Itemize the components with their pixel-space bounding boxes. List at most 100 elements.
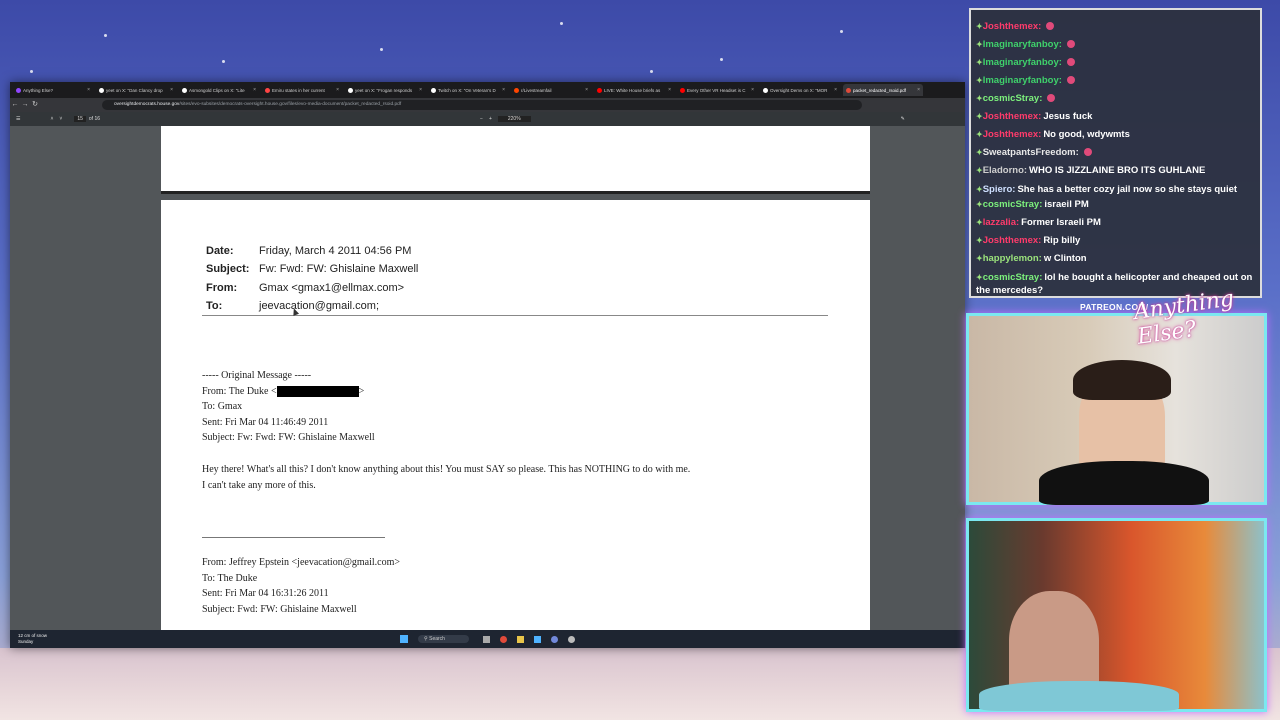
chat-message: ✦cosmicStray: israeil PM [976,196,1256,214]
draw-icon[interactable]: ✎ [901,116,905,122]
close-icon[interactable]: × [834,87,837,93]
close-icon[interactable]: × [751,87,754,93]
discord-app-icon[interactable] [550,635,558,643]
tab-favicon-icon [348,87,353,93]
pdf-page-previous [161,126,870,194]
chat-username[interactable]: Imaginaryfanboy: [983,57,1062,68]
chat-username[interactable]: Spiero: [983,184,1016,195]
redaction-box [276,385,359,397]
task-view-icon[interactable] [482,635,490,643]
browser-tab[interactable]: packet_redacted_rsoid.pdf × [843,84,923,96]
subject-value: Fw: Fwd: FW: Ghislaine Maxwell [259,263,419,276]
browser-window: Anything Else? × yeet on X: "Dan Clancy dr… [10,82,965,648]
browser-tab[interactable]: Asmongold Clips on X: "Lite × [179,84,259,96]
close-icon[interactable]: × [668,87,671,93]
zoom-in-icon[interactable]: + [489,116,492,122]
close-icon[interactable]: × [253,87,256,93]
start-icon[interactable] [400,635,409,643]
browser-tab[interactable]: Twitch on X: "On Veteran's D × [428,84,508,96]
zoom-select[interactable]: 220% [497,116,531,122]
page-up-icon[interactable]: ˄ [50,116,53,122]
from-value: Gmax <gmax1@ellmax.com> [259,281,405,294]
app-icon[interactable] [533,635,541,643]
browser-tab[interactable]: LIVE: White House briefs as × [594,84,674,96]
chat-message: ✦Eladorno: WHO IS JIZZLAINE BRO ITS GUHLA… [976,162,1256,180]
chat-message: ✦Imaginaryfanboy: [976,72,1256,90]
webcam-bottom [966,518,1267,712]
emote-icon [1066,40,1075,49]
original-from: From: The Duke < > [202,385,365,397]
folder-app-icon[interactable] [516,635,524,643]
chat-username[interactable]: Imaginaryfanboy: [983,75,1062,86]
original-message: ----- Original Message ----- From: The D… [202,368,375,446]
chat-message: ✦lazzalia: Former Israeli PM [976,214,1256,232]
chat-username[interactable]: Joshthemex: [983,111,1042,122]
chat-username[interactable]: Joshthemex: [983,235,1042,246]
chat-username[interactable]: lazzalia: [983,217,1019,228]
forward-subject: Subject: Fwd: FW: Ghislaine Maxwell [202,603,357,615]
close-icon[interactable]: × [585,87,588,93]
chat-username[interactable]: Joshthemex: [983,129,1042,140]
chat-username[interactable]: Eladorno: [983,165,1027,176]
browser-tab[interactable]: Every Other VR Headset is C × [677,84,757,96]
body-line-1: Hey there! What's all this? I don't know… [202,464,691,475]
guest-shirt [979,681,1179,711]
close-icon[interactable]: × [917,87,920,93]
chat-message: ✦Imaginaryfanboy: [976,36,1256,54]
tab-label: Every Other VR Headset is C [687,87,746,93]
taskbar: 12 cm of snow Sunday ⚲ Search [10,630,965,648]
obs-app-icon[interactable] [567,635,575,643]
chat-text: Jesus fuck [1043,111,1093,122]
browser-tab[interactable]: Emiru states in her current × [262,84,342,96]
streamer-shirt [1039,461,1209,505]
tab-label: packet_redacted_rsoid.pdf [853,87,907,93]
browser-tab[interactable]: yeet on X: "Dan Clancy drop × [96,84,176,96]
back-icon[interactable]: ← [10,98,20,112]
email-header: Date: Friday, March 4 2011 04:56 PM Subje… [206,242,418,315]
close-icon[interactable]: × [419,87,422,93]
forward-sent: Sent: Fri Mar 04 16:31:26 2011 [202,588,329,599]
close-icon[interactable]: × [87,87,90,93]
tab-label: Oversight Dems on X: "MOR [770,87,828,93]
reload-icon[interactable]: ↻ [30,98,40,112]
page-down-icon[interactable]: ˅ [59,116,62,122]
browser-tab[interactable]: r/Livestreamfail × [511,84,591,96]
address-bar[interactable]: oversightdemocrats.house.gov/sites/evo-s… [102,100,862,110]
tab-label: r/Livestreamfail [521,87,552,93]
browser-tab[interactable]: Oversight Dems on X: "MOR × [760,84,840,96]
weather-widget[interactable]: 12 cm of snow Sunday [18,633,47,645]
tab-favicon-icon [16,87,21,93]
tab-favicon-icon [597,87,602,93]
close-icon[interactable]: × [336,87,339,93]
menu-icon[interactable]: ☰ [16,116,20,122]
badge-icon: ✦ [976,58,983,67]
pdf-viewport[interactable]: Date: Friday, March 4 2011 04:56 PM Subje… [10,126,965,636]
forward-icon[interactable]: → [20,98,30,112]
chat-text: israeil PM [1044,199,1089,210]
chat-username[interactable]: happylemon: [983,253,1042,264]
zoom-out-icon[interactable]: − [480,116,483,122]
chat-username[interactable]: Joshthemex: [983,21,1042,32]
browser-tab[interactable]: yeet on X: "Frogan responds × [345,84,425,96]
close-icon[interactable]: × [502,87,505,93]
browser-app-icon[interactable] [499,635,507,643]
close-icon[interactable]: × [170,87,173,93]
chat-message: ✦Joshthemex: Jesus fuck [976,108,1256,126]
chat-username[interactable]: cosmicStray: [983,272,1043,283]
streamer-hair [1073,360,1171,400]
message-body: Hey there! What's all this? I don't know… [202,462,690,493]
taskbar-search[interactable]: ⚲ Search [418,635,469,643]
chat-username[interactable]: cosmicStray: [983,93,1043,104]
chat-username[interactable]: SweatpantsFreedom: [983,147,1079,158]
stream-chat: ✦Joshthemex: ✦Imaginaryfanboy: ✦Imaginaryf… [969,8,1262,298]
chat-username[interactable]: Imaginaryfanboy: [983,39,1062,50]
chat-message: ✦SweatpantsFreedom: [976,144,1256,162]
badge-icon: ✦ [976,166,983,175]
badge-icon: ✦ [976,112,983,121]
badge-icon: ✦ [976,130,983,139]
page-number-input[interactable]: 15 [74,116,86,122]
from-label: From: [206,281,238,294]
chat-username[interactable]: cosmicStray: [983,199,1043,210]
browser-tab[interactable]: Anything Else? × [13,84,93,96]
chat-text: Rip billy [1043,235,1081,246]
